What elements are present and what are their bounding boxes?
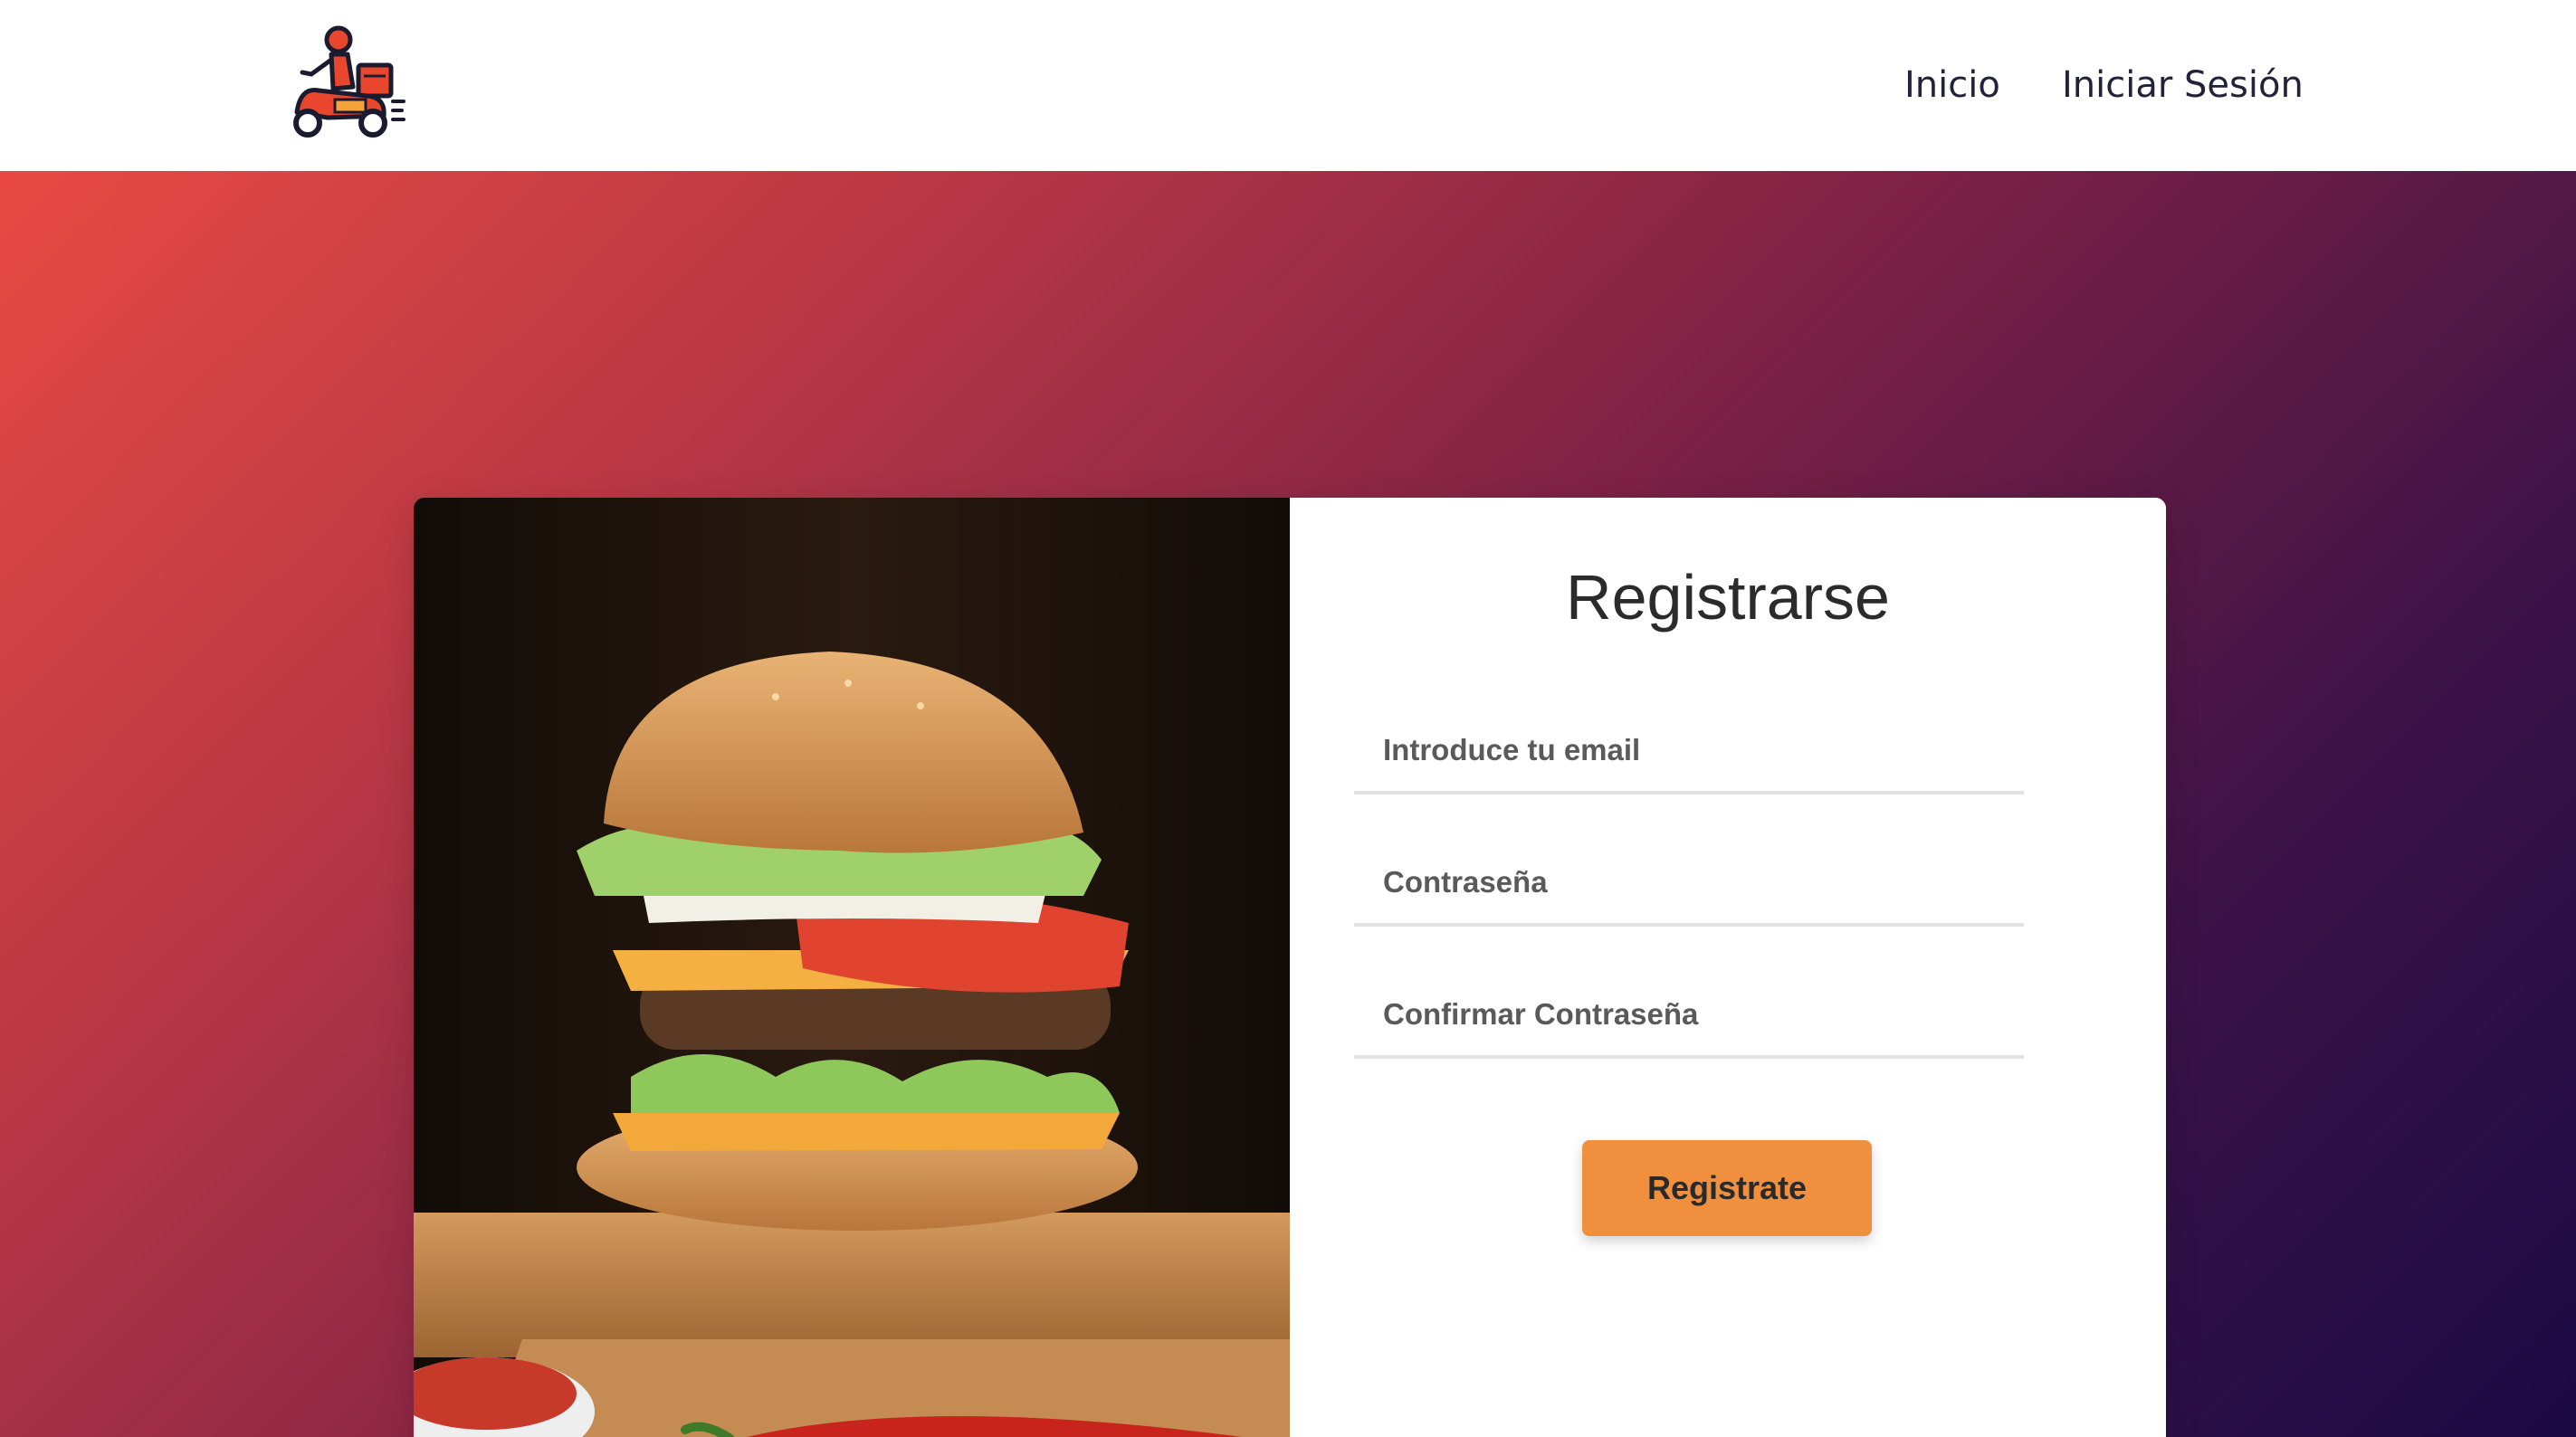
nav-link-iniciar-sesion[interactable]: Iniciar Sesión: [2062, 56, 2304, 114]
top-navbar: Inicio Iniciar Sesión: [0, 0, 2576, 171]
register-button[interactable]: Registrate: [1582, 1140, 1872, 1236]
email-input[interactable]: [1354, 709, 2024, 795]
burger-photo: [414, 498, 1290, 1437]
password-input[interactable]: [1354, 841, 2024, 927]
form-title: Registrarse: [1566, 562, 1890, 633]
register-form: Registrarse: [1290, 498, 2166, 1437]
confirm-password-input[interactable]: [1354, 973, 2024, 1059]
nav-link-inicio[interactable]: Inicio: [1904, 56, 2000, 114]
register-card: Registrarse: [414, 498, 2166, 1437]
delivery-scooter-icon[interactable]: [281, 24, 405, 145]
